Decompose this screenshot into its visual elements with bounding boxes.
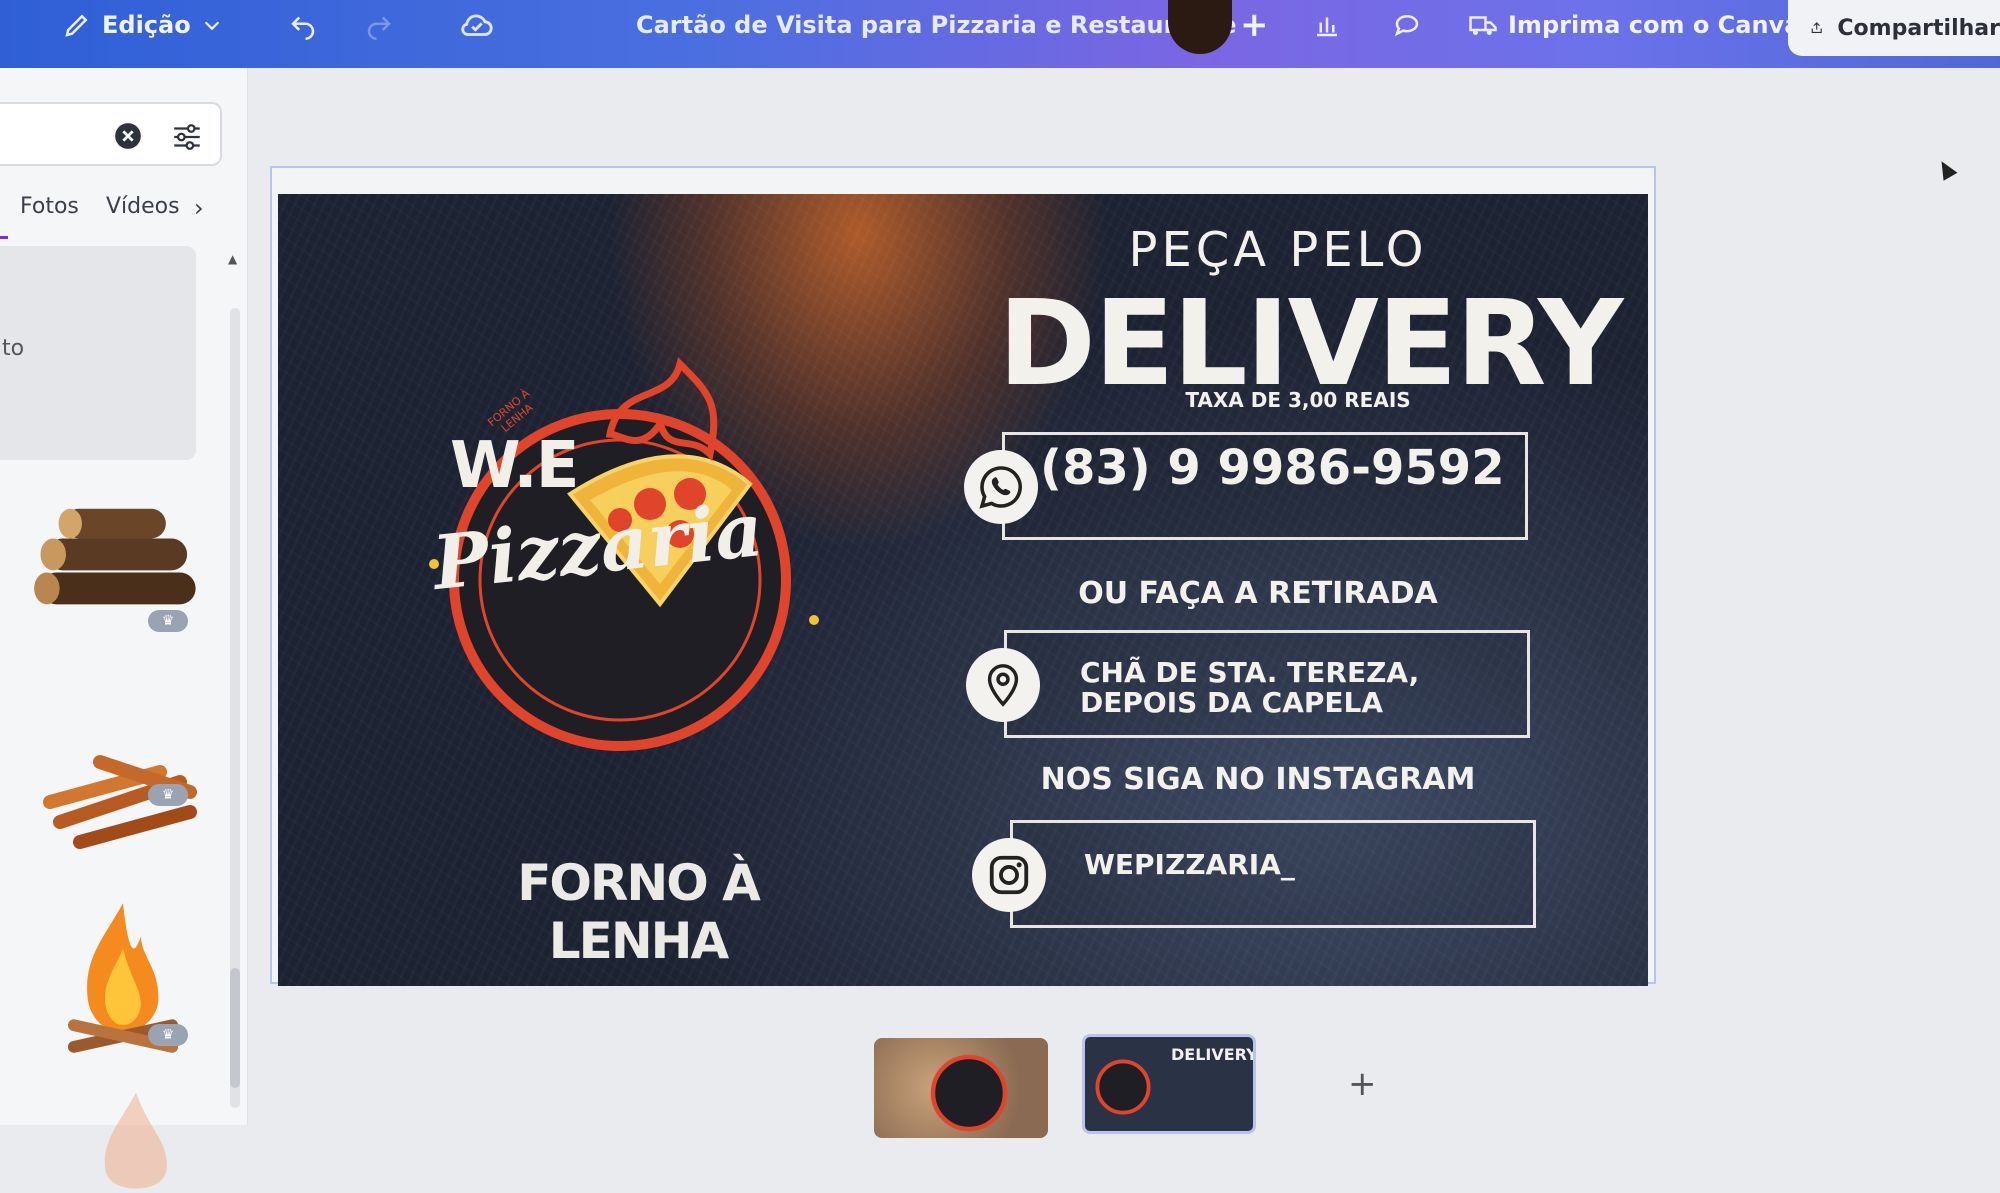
document-title[interactable]: Cartão de Visita para Pizzaria e Restaur… xyxy=(636,0,1237,50)
tagline-forno-a-lenha: FORNO À LENHA xyxy=(517,854,761,970)
share-button[interactable]: Compartilhar xyxy=(1788,0,2000,56)
headline-small: PEÇA PELO xyxy=(1128,222,1428,278)
page2-logo-mini xyxy=(1095,1059,1151,1115)
headline-delivery: DELIVERY xyxy=(998,274,1623,412)
editor-topbar: Edição Cartão de Visita para Pizzaria e … xyxy=(0,0,2000,68)
cloud-check-icon xyxy=(461,14,493,36)
panel-scrollbar[interactable] xyxy=(230,308,240,1108)
edit-mode-label: Edição xyxy=(102,11,191,39)
scrollbar-thumb[interactable] xyxy=(230,968,240,1088)
faded-fire-element[interactable] xyxy=(88,1088,184,1193)
logo-initials: W.E xyxy=(450,429,579,503)
elements-side-panel: Fotos Vídeos › to ▲ ♛ ♛ ♛ xyxy=(0,68,248,1189)
bar-chart-icon xyxy=(1317,17,1337,37)
chevron-right-icon[interactable]: › xyxy=(194,194,204,222)
add-page-plus-icon[interactable]: + xyxy=(1348,1064,1377,1104)
print-with-canva-button[interactable]: Imprima com o Canva xyxy=(1468,0,1800,50)
page2-title: DELIVERY xyxy=(1171,1045,1256,1064)
instagram-handle: WEPIZZARIA_ xyxy=(1084,848,1295,881)
delivery-truck-icon xyxy=(1469,16,1497,35)
element-preview-card[interactable]: to xyxy=(0,246,196,460)
pencil-icon xyxy=(65,14,88,37)
undo-icon xyxy=(291,16,315,40)
tab-videos[interactable]: Vídeos xyxy=(106,194,180,219)
premium-crown-badge: ♛ xyxy=(148,1024,188,1046)
cloud-save-status[interactable] xyxy=(458,0,496,50)
tab-photos[interactable]: Fotos xyxy=(20,194,79,219)
share-upload-icon xyxy=(1811,22,1822,34)
share-label: Compartilhar xyxy=(1837,15,2000,41)
clear-search-icon[interactable] xyxy=(114,122,142,150)
stacked-logs-element[interactable] xyxy=(32,506,202,624)
chevron-down-icon xyxy=(204,21,219,31)
phone-number: (83) 9 9986-9592 xyxy=(1040,440,1505,496)
address-line-1: CHÃ DE STA. TEREZA, xyxy=(1080,656,1420,689)
page-thumbnail-2[interactable]: DELIVERY xyxy=(1082,1034,1256,1134)
comments-button[interactable] xyxy=(1392,0,1422,50)
preview-text: to xyxy=(2,336,25,361)
location-pin-icon xyxy=(966,648,1040,722)
search-input[interactable] xyxy=(0,102,222,166)
business-card-design[interactable]: W.E Pizzaria FORNO À LENHA FORNO À LENHA… xyxy=(278,194,1648,986)
follow-instagram-text: NOS SIGA NO INSTAGRAM xyxy=(1040,762,1476,797)
mouse-cursor-icon xyxy=(1934,157,1958,181)
page-thumbnail-1[interactable] xyxy=(874,1038,1048,1138)
active-tab-indicator xyxy=(0,236,8,239)
redo-button[interactable] xyxy=(364,0,394,50)
premium-crown-badge: ♛ xyxy=(148,784,188,806)
pickup-text: OU FAÇA A RETIRADA xyxy=(1078,576,1438,611)
delivery-fee: TAXA DE 3,00 REAIS xyxy=(1185,388,1411,412)
redo-icon xyxy=(367,16,391,40)
filter-sliders-icon[interactable] xyxy=(170,120,204,154)
scroll-up-arrow-icon[interactable]: ▲ xyxy=(228,252,237,266)
add-collaborator-button[interactable]: + xyxy=(1240,0,1269,50)
comment-icon xyxy=(1394,15,1419,37)
whatsapp-icon xyxy=(964,450,1038,524)
insights-button[interactable] xyxy=(1312,0,1342,50)
instagram-icon xyxy=(972,838,1046,912)
address-line-2: DEPOIS DA CAPELA xyxy=(1080,686,1384,719)
premium-crown-badge: ♛ xyxy=(148,610,188,632)
plus-icon: + xyxy=(1240,5,1269,45)
print-label: Imprima com o Canva xyxy=(1508,11,1801,39)
undo-button[interactable] xyxy=(288,0,318,50)
edit-mode-button[interactable]: Edição xyxy=(62,0,223,50)
